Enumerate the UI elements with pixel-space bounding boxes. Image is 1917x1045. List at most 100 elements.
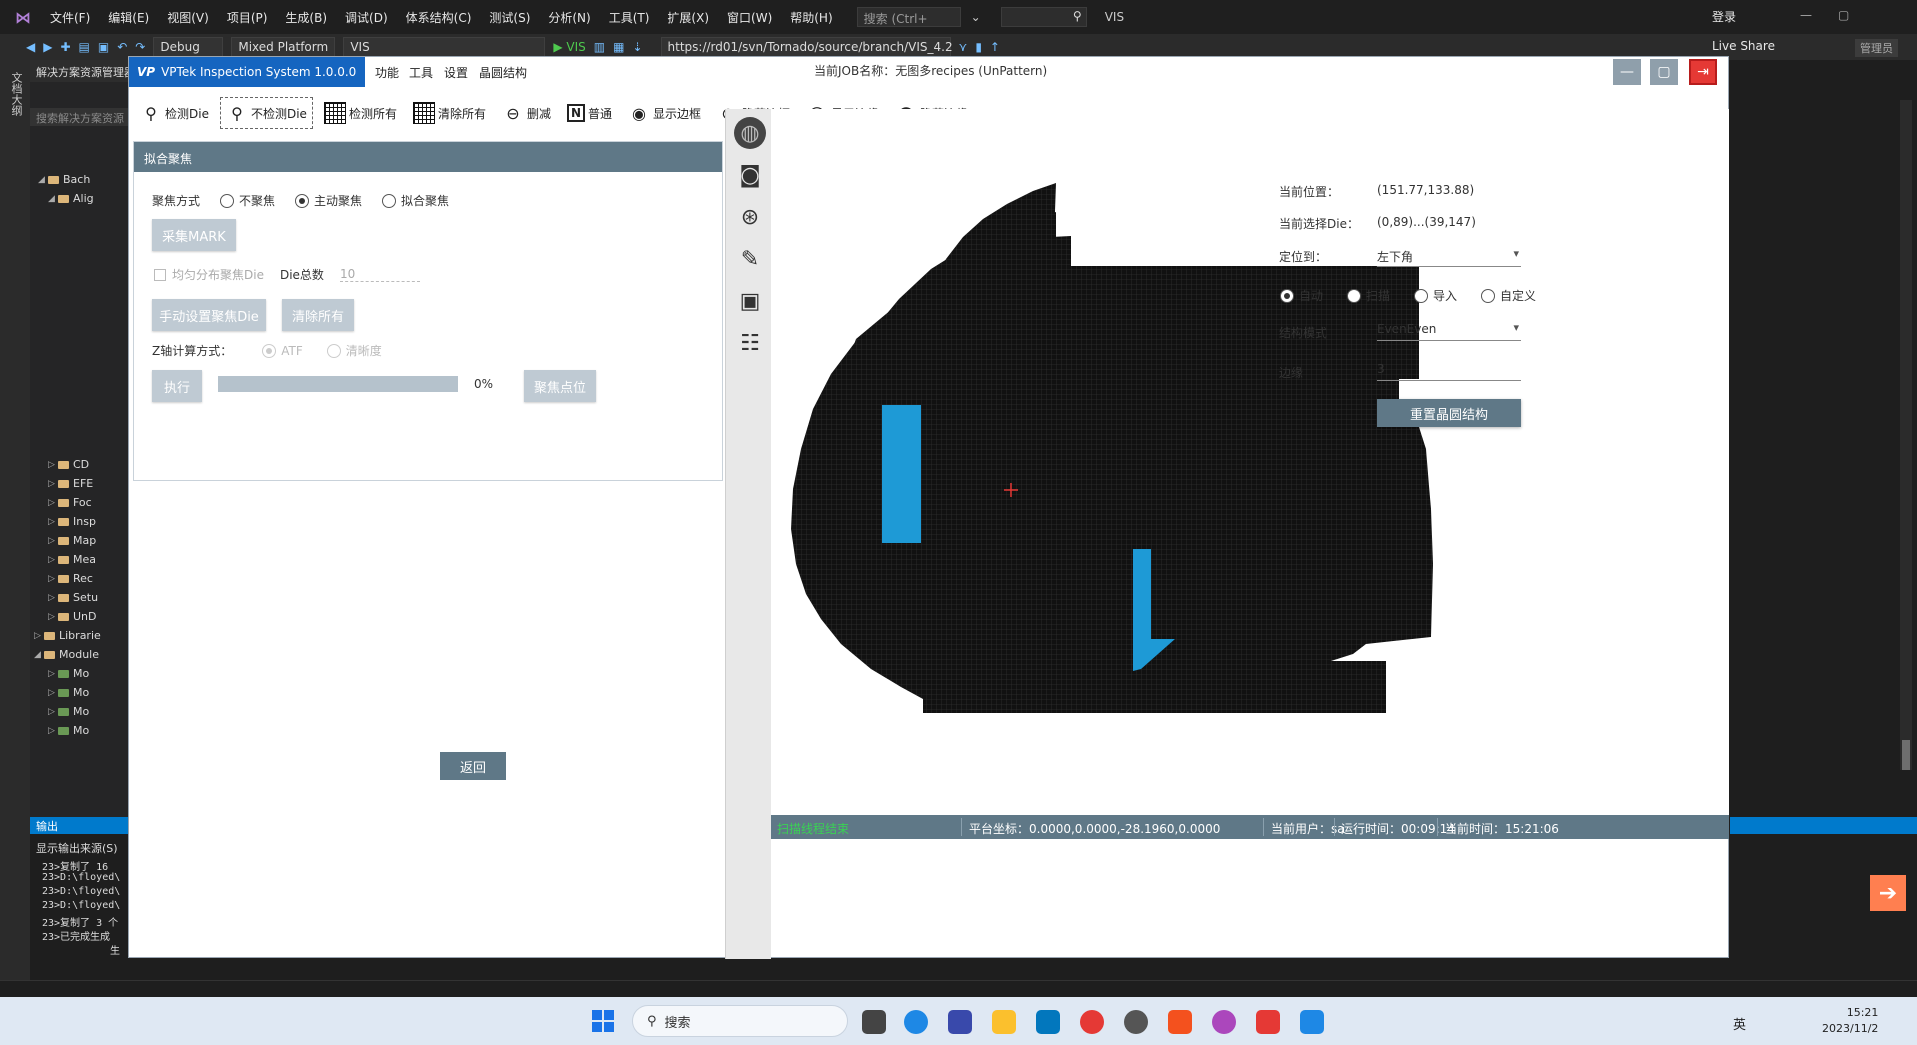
vs-scrollbar-thumb[interactable] [1902,740,1910,770]
forward-icon[interactable]: ▶ [43,40,52,54]
vs-menu-architecture[interactable]: 体系结构(C) [406,9,472,26]
ruler-icon[interactable]: ✎ [734,243,766,275]
tree-item[interactable]: ◢ Module [30,645,130,664]
clear-all-button[interactable]: 清除所有 [408,97,491,129]
vs-window-controls[interactable]: —▢ [1800,8,1875,22]
radio-import[interactable] [1414,288,1429,303]
tree-item[interactable]: ▷ Mo [30,683,130,702]
expand-arrow-icon[interactable]: ▷ [48,479,58,489]
bookmark-icon[interactable]: ▮ [975,40,982,54]
clear-all-focus-button[interactable]: 清除所有 [282,299,354,331]
close-button[interactable]: ⇥ [1689,59,1717,85]
config-select[interactable]: Debug [153,37,224,57]
filter-icon[interactable]: ⋎ [959,40,968,54]
chrome-icon[interactable] [1080,1010,1104,1034]
vs-search-input[interactable]: 搜索 (Ctrl+ [856,7,961,27]
file-explorer-icon[interactable] [992,1010,1016,1034]
output-source-label[interactable]: 显示输出来源(S) [30,834,130,858]
tree-item[interactable]: ▷ EFE [30,474,130,493]
image-icon[interactable]: ▣ [734,285,766,317]
windows-start-icon[interactable] [592,1010,614,1032]
edge-icon[interactable] [904,1010,928,1034]
structure-select[interactable]: EvenEven [1377,319,1521,341]
vs-menu-help[interactable]: 帮助(H) [790,9,832,26]
tree-item[interactable]: ▷ Librarie [30,626,130,645]
maximize-button[interactable]: ▢ [1650,59,1678,85]
radio-active-focus[interactable] [295,193,310,208]
ime-indicator[interactable]: 英 [1733,1014,1746,1033]
app-icon[interactable] [1124,1010,1148,1034]
tree-item[interactable]: ▷ Setu [30,588,130,607]
reset-wafer-structure-button[interactable]: 重置晶圆结构 [1377,399,1521,427]
back-icon[interactable]: ◀ [26,40,35,54]
expand-arrow-icon[interactable]: ▷ [48,555,58,565]
arrow-up-icon[interactable]: ↑ [990,40,1000,54]
solution-explorer-search[interactable]: 搜索解决方案资源 [30,108,130,126]
expand-arrow-icon[interactable]: ▷ [48,574,58,584]
expand-arrow-icon[interactable]: ◢ [48,194,58,204]
run-button[interactable]: ▶ VIS [553,40,585,54]
task-view-icon[interactable] [862,1010,886,1034]
expand-arrow-icon[interactable]: ▷ [48,517,58,527]
execute-button[interactable]: 执行 [152,370,202,402]
camera-icon[interactable]: ◙ [734,159,766,191]
tree-item[interactable]: ◢ Alig [30,189,130,208]
platform-select[interactable]: Mixed Platform [231,37,336,57]
tree-item[interactable]: ▷ Mo [30,721,130,740]
vs-menu-tools[interactable]: 工具(T) [609,9,650,26]
radio-auto[interactable] [1280,288,1294,303]
tree-item[interactable]: ▷ Mo [30,664,130,683]
chevron-down-icon[interactable]: ⌄ [971,10,981,24]
app-icon[interactable] [1300,1010,1324,1034]
skip-die-button[interactable]: ⚲ 不检测Die [219,97,313,129]
folder-icon[interactable]: ▥ [594,40,605,54]
svn-path-select[interactable]: https://rd01/svn/Tornado/source/branch/V… [660,37,953,57]
open-icon[interactable]: ▤ [79,40,90,54]
vs-menu-edit[interactable]: 编辑(E) [108,9,149,26]
menu-tools[interactable]: 工具 [409,64,433,81]
die-total-input[interactable]: 10 [339,267,420,282]
tree-item[interactable]: ▷ Mea [30,550,130,569]
document-outline-tab[interactable]: 文档大纲 [8,72,24,116]
vs-menu-build[interactable]: 生成(B) [285,9,327,26]
wafer-map[interactable] [771,109,1729,815]
show-border-button[interactable]: ◉ 显示边框 [623,97,706,129]
tree-item[interactable]: ▷ Mo [30,702,130,721]
expand-arrow-icon[interactable]: ▷ [34,631,44,641]
startup-project-select[interactable]: VIS [343,37,546,57]
radio-fit-focus[interactable] [382,193,397,208]
tree-item[interactable]: ◢ Bach [30,170,130,189]
tree-item[interactable]: ▷ Map [30,531,130,550]
collect-mark-button[interactable]: 采集MARK [152,219,236,251]
vs-menu-window[interactable]: 窗口(W) [727,9,772,26]
vs-menu-project[interactable]: 项目(P) [227,9,268,26]
radio-custom[interactable] [1481,288,1496,303]
vs-menu-view[interactable]: 视图(V) [167,9,209,26]
mail-icon[interactable] [1036,1010,1060,1034]
menu-settings[interactable]: 设置 [444,64,468,81]
tree-item[interactable] [30,132,130,170]
back-button[interactable]: 返回 [440,752,506,780]
inspect-die-button[interactable]: ⚲ 检测Die [135,97,214,129]
expand-arrow-icon[interactable]: ◢ [38,175,48,185]
locate-select[interactable]: 左下角 [1377,245,1521,267]
minimize-button[interactable]: — [1613,59,1641,85]
new-project-icon[interactable]: ✚ [60,40,70,54]
vs-menu-file[interactable]: 文件(F) [50,9,90,26]
tree-item[interactable]: ▷ Rec [30,569,130,588]
store-icon[interactable] [948,1010,972,1034]
expand-arrow-icon[interactable]: ▷ [48,536,58,546]
vs-menu-extensions[interactable]: 扩展(X) [667,9,709,26]
tree-item[interactable]: ▷ UnD [30,607,130,626]
tree-item[interactable]: ▷ Insp [30,512,130,531]
live-share-button[interactable]: Live Share [1712,39,1775,53]
undo-icon[interactable]: ↶ [117,40,127,54]
vs-login-link[interactable]: 登录 [1712,8,1736,25]
radio-atf[interactable] [262,343,277,358]
save-icon[interactable]: ▣ [98,40,109,54]
arrow-right-icon[interactable]: ➔ [1870,875,1906,911]
vs-scrollbar[interactable] [1900,100,1912,770]
menu-wafer-structure[interactable]: 晶圆结构 [479,64,527,81]
uniform-checkbox[interactable] [154,268,166,281]
selected-die-region-left[interactable] [882,405,921,543]
